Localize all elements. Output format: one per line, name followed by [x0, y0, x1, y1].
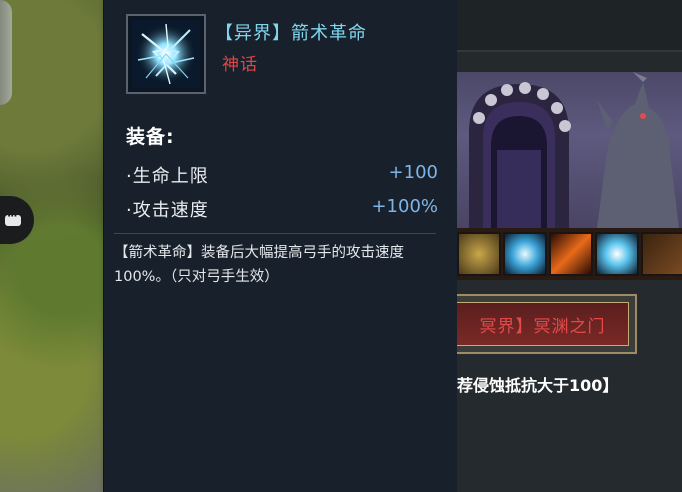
item-slot-icon[interactable]: [641, 232, 682, 276]
item-tooltip: 【异界】箭术革命 神话 装备: ·生命上限 +100 ·攻击速度 +100% 【…: [103, 0, 458, 492]
dungeon-gate-artwork: [457, 72, 682, 228]
stat-label: ·生命上限: [126, 166, 209, 187]
stat-value: +100: [388, 162, 438, 183]
fire-arrow-icon[interactable]: [549, 232, 593, 276]
header-bar: [457, 0, 682, 52]
game-world-background: [0, 0, 103, 492]
item-rarity: 神话: [222, 55, 258, 75]
dungeon-title: 冥界】冥渊之门: [479, 316, 606, 337]
dungeon-info: 冥界】冥渊之门 荐侵蚀抵抗大于100】: [457, 280, 682, 492]
stat-label: ·攻击速度: [126, 200, 209, 221]
divider: [114, 233, 436, 234]
item-name: 【异界】箭术革命: [215, 23, 367, 44]
stat-row-max-hp: ·生命上限 +100: [126, 162, 438, 190]
shield-icon[interactable]: [457, 232, 501, 276]
gate-illustration: [469, 72, 679, 228]
dungeon-requirement: 荐侵蚀抵抗大于100】: [457, 376, 619, 395]
lightning-arrow-icon: [132, 20, 200, 88]
item-icon-frame: [126, 14, 206, 94]
dungeon-title-banner: 冥界】冥渊之门: [457, 294, 637, 354]
ice-shard-icon[interactable]: [595, 232, 639, 276]
section-title-equip: 装备:: [126, 126, 175, 148]
reward-icon-strip: [457, 228, 682, 280]
stat-value: +100%: [371, 196, 438, 217]
lightning-arrow-icon[interactable]: [503, 232, 547, 276]
item-description: 【箭术革命】装备后大幅提高弓手的攻击速度100%。（只对弓手生效）: [114, 245, 404, 285]
scene-header: [457, 0, 682, 72]
stat-row-attack-speed: ·攻击速度 +100%: [126, 196, 438, 224]
rock-decoration: [0, 0, 12, 105]
